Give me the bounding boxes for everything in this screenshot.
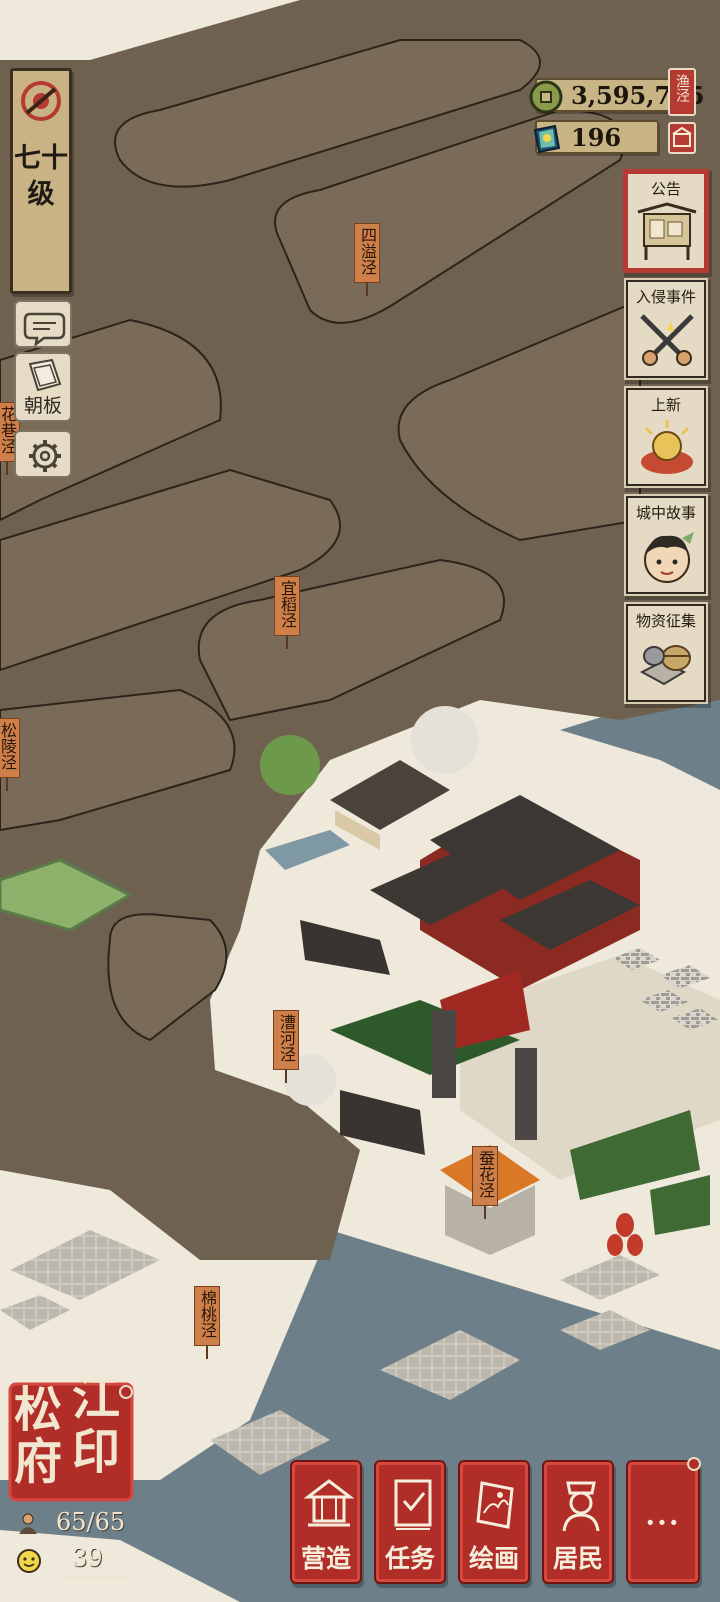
copper-coin-icon — [529, 80, 563, 114]
tasks-label: 任务 — [384, 1544, 435, 1573]
city-name-char-3: 府 — [14, 1434, 63, 1490]
road-sign-label: 松陵泾 — [0, 722, 17, 770]
road-sign[interactable]: 宜稻泾 — [274, 576, 300, 649]
happiness-underline — [58, 1576, 128, 1578]
crossed-swords-icon — [640, 314, 694, 366]
gem-counter[interactable]: 196 — [533, 120, 659, 154]
happiness-smiley-icon — [17, 1549, 41, 1573]
city-name-char-1: 松 — [14, 1382, 63, 1438]
notice-board-icon — [637, 202, 697, 260]
road-sign-label: 宜稻泾 — [278, 580, 297, 628]
city-seal[interactable]: 松 江 府 印 65/65 39 — [8, 1370, 134, 1588]
supply-bundle-icon — [639, 645, 691, 686]
notice-card[interactable]: 公告 — [626, 172, 706, 270]
top-right-tab-label: 渔泾 — [674, 74, 690, 102]
jade-gem-icon — [533, 124, 561, 154]
new-items-icon — [641, 420, 693, 474]
build-label: 营造 — [300, 1544, 351, 1573]
more-label: ··· — [645, 1506, 681, 1539]
gem-amount: 196 — [571, 123, 622, 152]
painting-label: 绘画 — [468, 1544, 519, 1573]
invasion-card-label: 入侵事件 — [635, 288, 696, 306]
invasion-card[interactable]: 入侵事件 — [626, 280, 706, 378]
road-sign[interactable]: 蚕花泾 — [472, 1146, 498, 1219]
chat-bubble-icon — [23, 312, 66, 347]
road-sign[interactable]: 四溢泾 — [354, 223, 380, 296]
residents-button[interactable]: 居民 — [544, 1462, 612, 1582]
chongban-label: 朝板 — [23, 395, 62, 417]
road-sign[interactable]: 松陵泾 — [0, 718, 20, 791]
level-text-line2: 级 — [27, 179, 55, 210]
residents-label: 居民 — [552, 1544, 603, 1573]
city-story-card-label: 城中故事 — [635, 504, 696, 522]
happiness-count: 39 — [72, 1544, 103, 1572]
shop-stall-icon — [672, 126, 692, 147]
new-items-card-label: 上新 — [650, 396, 681, 414]
road-sign-label: 蚕花泾 — [476, 1150, 495, 1198]
brush-emblem-icon — [21, 81, 61, 121]
top-right-tab[interactable]: 渔泾 — [668, 68, 696, 116]
build-button[interactable]: 营造 — [292, 1462, 360, 1582]
supply-card[interactable]: 物资征集 — [626, 604, 706, 702]
painting-scroll-icon — [476, 1481, 514, 1529]
level-text-line1: 七十 — [14, 143, 68, 174]
scroll-book-icon — [394, 1479, 432, 1530]
chongban-button[interactable]: 朝板 — [14, 352, 72, 422]
road-sign[interactable]: 漕河泾 — [273, 1010, 299, 1083]
child-portrait-icon — [644, 532, 694, 583]
new-items-card[interactable]: 上新 — [626, 388, 706, 486]
supply-card-label: 物资征集 — [635, 612, 696, 630]
notice-card-label: 公告 — [650, 180, 681, 198]
road-sign-label: 四溢泾 — [358, 227, 377, 275]
shop-button[interactable] — [668, 122, 696, 154]
painting-button[interactable]: 绘画 — [460, 1462, 528, 1582]
pavilion-icon — [304, 1479, 354, 1527]
city-name-char-2: 江 — [72, 1370, 121, 1426]
gear-icon — [29, 440, 61, 472]
tasks-button[interactable]: 任务 — [376, 1462, 444, 1582]
population-icon — [19, 1513, 37, 1534]
road-sign-label: 棉桃泾 — [198, 1290, 217, 1338]
city-story-card[interactable]: 城中故事 — [626, 496, 706, 594]
more-button[interactable]: ··· — [628, 1457, 701, 1582]
road-sign[interactable]: 棉桃泾 — [194, 1286, 220, 1359]
resident-portrait-icon — [562, 1481, 600, 1532]
city-name-char-4: 印 — [72, 1424, 121, 1480]
population-count: 65/65 — [56, 1508, 126, 1536]
chat-button[interactable] — [14, 300, 72, 348]
settings-button[interactable] — [14, 430, 72, 478]
more-icon — [687, 1457, 701, 1471]
player-level-banner[interactable]: 七十 级 — [10, 68, 72, 294]
road-sign-label: 漕河泾 — [277, 1014, 296, 1062]
